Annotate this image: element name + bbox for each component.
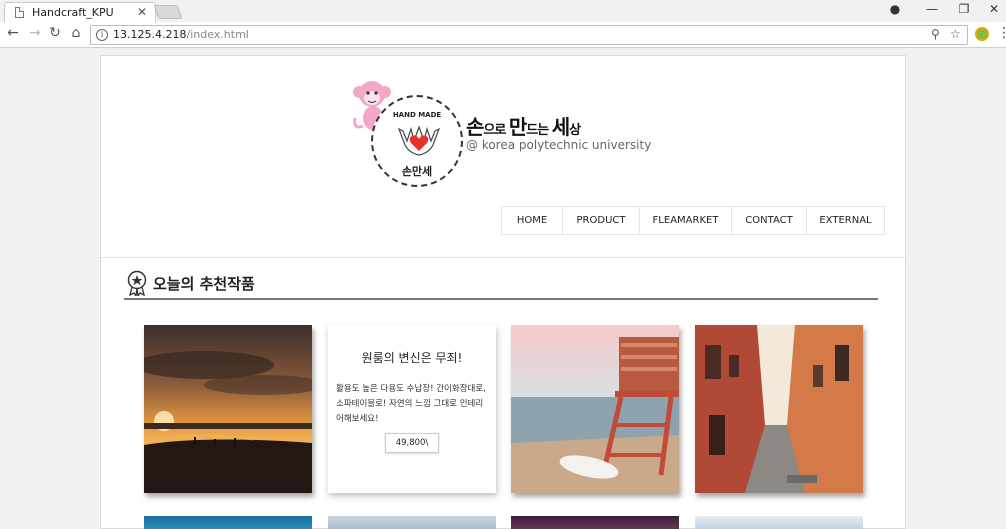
- tab-bar: Handcraft_KPU ✕ ● — ❐ ✕: [0, 0, 1006, 22]
- award-badge-icon: [127, 270, 147, 296]
- featured-title: 원룸의 변신은 무죄!: [361, 351, 463, 365]
- title-part: 드는: [526, 123, 552, 138]
- seal-top-text: HAND MADE: [392, 111, 442, 119]
- product-image-row2-4[interactable]: [695, 516, 863, 529]
- product-image-row2-1[interactable]: [144, 516, 312, 529]
- tab-close-icon[interactable]: ✕: [137, 5, 147, 19]
- main-nav: HOME PRODUCT FLEAMARKET CONTACT EXTERNAL: [501, 206, 885, 235]
- product-image-sunset-beach[interactable]: [144, 325, 312, 493]
- account-icon[interactable]: ●: [885, 2, 905, 16]
- restore-button[interactable]: ❐: [954, 2, 974, 16]
- bookmark-star-icon[interactable]: ☆: [950, 27, 961, 41]
- header-divider: [101, 257, 907, 258]
- new-tab-button[interactable]: [153, 5, 183, 19]
- zoom-icon[interactable]: ⚲: [931, 27, 940, 41]
- product-image-alley-street[interactable]: [695, 325, 863, 493]
- nav-contact[interactable]: CONTACT: [732, 207, 807, 234]
- page-icon: [15, 7, 24, 18]
- browser-toolbar: ← → ↻ ⌂ i 13.125.4.218/index.html ⚲ ☆ ⋮: [0, 22, 1006, 48]
- title-part: 세: [551, 115, 570, 139]
- address-bar[interactable]: i 13.125.4.218/index.html ⚲ ☆: [90, 25, 968, 45]
- title-part: 만: [508, 115, 527, 139]
- featured-description: 활용도 높은 다용도 수납장! 간이화장대로, 소파테이블로! 자연의 느낌 그…: [336, 384, 486, 424]
- product-image-row2-3[interactable]: [511, 516, 679, 529]
- product-image-lifeguard-tower[interactable]: [511, 325, 679, 493]
- url-path: /index.html: [186, 28, 249, 41]
- site-subtitle: @ korea polytechnic university: [466, 138, 652, 152]
- nav-product[interactable]: PRODUCT: [563, 207, 640, 234]
- info-icon[interactable]: i: [96, 29, 108, 41]
- tab-title: Handcraft_KPU: [32, 6, 114, 19]
- nav-home[interactable]: HOME: [502, 207, 563, 234]
- title-part: 으로: [483, 123, 509, 138]
- product-image-row2-2[interactable]: [328, 516, 496, 529]
- close-window-button[interactable]: ✕: [984, 2, 1004, 16]
- minimize-button[interactable]: —: [922, 2, 942, 16]
- nav-external[interactable]: EXTERNAL: [807, 207, 885, 234]
- nav-fleamarket[interactable]: FLEAMARKET: [640, 207, 732, 234]
- title-part: 손: [466, 115, 484, 139]
- site-title[interactable]: 손으로 만드는 세상: [466, 111, 581, 140]
- url-text[interactable]: 13.125.4.218/index.html: [113, 28, 249, 41]
- section-underline: [124, 298, 878, 300]
- menu-icon[interactable]: ⋮: [997, 25, 1006, 41]
- hands-heart-icon: [397, 125, 441, 156]
- back-button[interactable]: ←: [4, 25, 22, 41]
- section-title: 오늘의 추천작품: [153, 275, 255, 293]
- logo-seal[interactable]: HAND MADE 손만세: [371, 95, 463, 187]
- reload-button[interactable]: ↻: [46, 25, 64, 41]
- url-host: 13.125.4.218: [113, 28, 187, 41]
- price-button[interactable]: 49,800\: [385, 433, 439, 453]
- home-button[interactable]: ⌂: [67, 25, 85, 41]
- forward-button[interactable]: →: [26, 25, 44, 41]
- seal-bottom-text: 손만세: [401, 165, 433, 178]
- featured-product-card[interactable]: 원룸의 변신은 무죄! 활용도 높은 다용도 수납장! 간이화장대로, 소파테이…: [328, 325, 496, 493]
- browser-tab[interactable]: Handcraft_KPU ✕: [4, 2, 156, 22]
- extension-icon[interactable]: [975, 27, 989, 41]
- title-part: 상: [569, 123, 581, 138]
- page-container: HAND MADE 손만세 손으로 만드는 세상 @ korea polytec…: [100, 55, 907, 529]
